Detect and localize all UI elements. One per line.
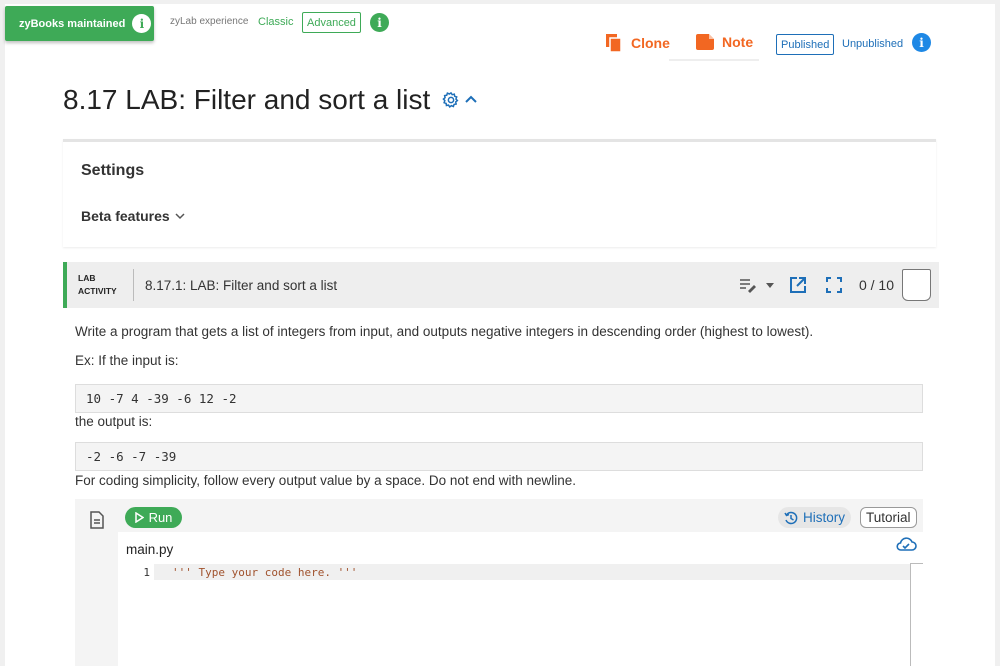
filename-tab[interactable]: main.py xyxy=(126,542,173,557)
page-title-row: 8.17 LAB: Filter and sort a list xyxy=(63,84,478,116)
lab-header-tools: 0 / 10 xyxy=(739,269,931,301)
maintained-info-icon[interactable]: i xyxy=(132,14,152,33)
maintained-label: zyBooks maintained xyxy=(19,17,126,30)
output-label: the output is: xyxy=(75,414,153,429)
score-badge xyxy=(902,269,931,301)
open-external-icon[interactable] xyxy=(789,276,807,294)
line-number: 1 xyxy=(143,565,150,579)
fullscreen-icon[interactable] xyxy=(825,276,843,294)
unpublished-toggle[interactable]: Unpublished xyxy=(842,38,903,50)
published-toggle[interactable]: Published xyxy=(776,34,835,55)
example-input-block: 10 -7 4 -39 -6 12 -2 xyxy=(75,384,923,413)
clone-label: Clone xyxy=(631,35,670,51)
document-icon[interactable] xyxy=(90,511,104,529)
publish-info-icon[interactable]: i xyxy=(912,33,931,52)
chevron-down-icon xyxy=(175,213,185,220)
code-pane[interactable]: main.py 1 ''' Type your code here. ''' xyxy=(118,532,923,666)
settings-title: Settings xyxy=(81,162,145,179)
caret-down-icon[interactable] xyxy=(763,278,777,292)
score-label: 0 / 10 xyxy=(858,277,894,293)
note-label: Note xyxy=(722,34,754,50)
lab-activity-line1: LAB xyxy=(78,273,96,283)
settings-panel: Settings Beta features xyxy=(63,139,936,247)
clone-icon xyxy=(606,34,622,53)
beta-features-label: Beta features xyxy=(81,208,170,224)
example-output-block: -2 -6 -7 -39 xyxy=(75,442,923,471)
page: zyBooks maintained i zyLab experience Cl… xyxy=(5,4,995,666)
page-title: 8.17 LAB: Filter and sort a list xyxy=(63,84,431,115)
run-label: Run xyxy=(148,510,173,525)
advanced-toggle[interactable]: Advanced xyxy=(302,12,361,33)
coding-note: For coding simplicity, follow every outp… xyxy=(75,473,577,488)
history-label: History xyxy=(803,510,846,525)
editor-scrollbar[interactable] xyxy=(910,563,923,666)
history-icon xyxy=(784,511,798,524)
code-line[interactable]: 1 ''' Type your code here. ''' xyxy=(118,564,923,580)
cloud-sync-icon xyxy=(896,537,917,551)
zybooks-maintained-button[interactable]: zyBooks maintained i xyxy=(5,6,154,41)
lab-activity-line2: ACTIVITY xyxy=(78,286,117,296)
history-button[interactable]: History xyxy=(778,507,852,528)
note-icon xyxy=(696,34,714,50)
code-editor-area: Run History Tutorial main.py 1 ''' Type … xyxy=(75,499,923,666)
beta-features-toggle[interactable]: Beta features xyxy=(81,208,186,224)
classic-toggle[interactable]: Classic xyxy=(258,16,293,28)
zylab-experience-label: zyLab experience xyxy=(170,16,249,27)
tutorial-button[interactable]: Tutorial xyxy=(860,507,917,528)
lab-description: Write a program that gets a list of inte… xyxy=(75,324,814,339)
clone-button[interactable]: Clone xyxy=(604,33,670,53)
note-button[interactable]: Note xyxy=(695,33,753,51)
experience-info-icon[interactable]: i xyxy=(370,13,389,32)
lab-activity-label: LAB ACTIVITY xyxy=(78,272,117,298)
play-icon xyxy=(134,512,144,523)
lab-title: 8.17.1: LAB: Filter and sort a list xyxy=(145,278,338,293)
note-underline xyxy=(669,59,759,61)
edit-list-icon[interactable] xyxy=(739,277,759,293)
example-label: Ex: If the input is: xyxy=(75,353,179,368)
lab-activity-header: LAB ACTIVITY 8.17.1: LAB: Filter and sor… xyxy=(63,262,939,308)
run-button[interactable]: Run xyxy=(125,507,182,528)
tutorial-label: Tutorial xyxy=(866,510,911,525)
gear-icon[interactable] xyxy=(442,91,460,109)
line-code[interactable]: ''' Type your code here. ''' xyxy=(154,564,923,580)
chevron-up-icon[interactable] xyxy=(464,93,478,107)
lab-header-divider xyxy=(133,269,134,301)
